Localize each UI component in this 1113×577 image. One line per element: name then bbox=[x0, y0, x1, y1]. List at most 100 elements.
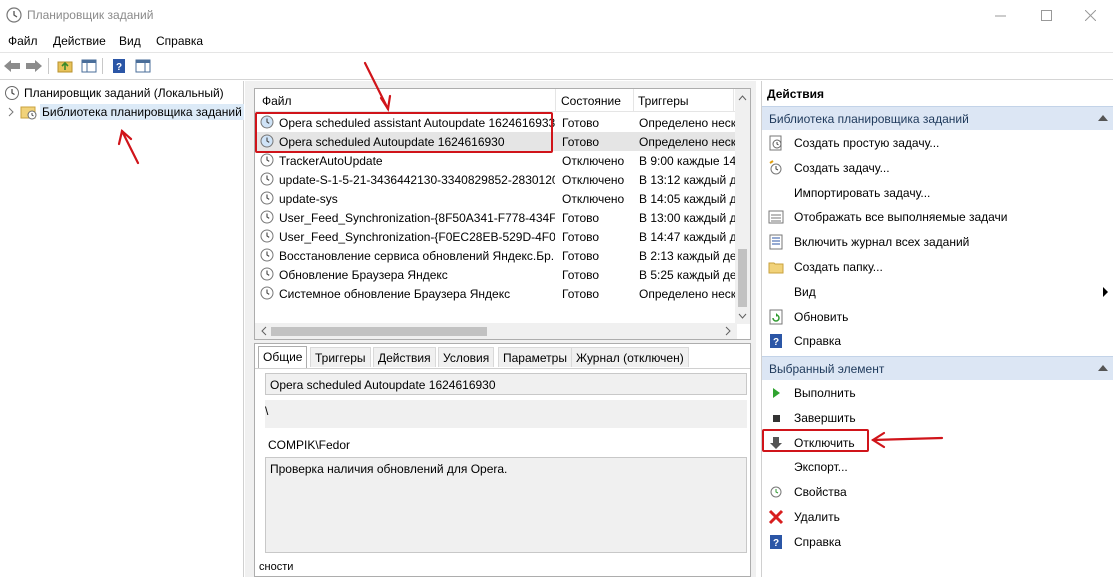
menu-view[interactable]: Вид bbox=[119, 34, 141, 48]
tab-history[interactable]: Журнал (отключен) bbox=[571, 347, 689, 367]
task-author-field: COMPIK\Fedor bbox=[268, 438, 351, 452]
show-hide-console-tree-button[interactable] bbox=[79, 56, 99, 76]
action-icon-wrap: ? bbox=[768, 534, 784, 550]
create-task-icon bbox=[769, 159, 782, 175]
cell-trigger: Определено неск bbox=[639, 135, 735, 149]
actions-section-selected[interactable]: Выбранный элемент bbox=[762, 356, 1113, 380]
action-log[interactable]: Включить журнал всех заданий bbox=[762, 230, 1113, 254]
security-section-label: сности bbox=[259, 561, 294, 573]
action-running-tasks[interactable]: Отображать все выполняемые задачи bbox=[762, 205, 1113, 229]
action-run[interactable]: Выполнить bbox=[762, 381, 1113, 405]
table-row[interactable]: update-S-1-5-21-3436442130-3340829852-28… bbox=[255, 170, 737, 189]
table-row[interactable]: Обновление Браузера Яндекс Готово В 5:25 к… bbox=[255, 265, 737, 284]
submenu-arrow-icon bbox=[1103, 286, 1108, 297]
tab-triggers[interactable]: Триггеры bbox=[310, 347, 371, 367]
column-header-triggers[interactable]: Триггеры bbox=[638, 94, 689, 108]
action-delete[interactable]: Удалить bbox=[762, 505, 1113, 529]
cell-state: Готово bbox=[562, 268, 600, 282]
menu-action[interactable]: Действие bbox=[53, 34, 106, 48]
folder-icon bbox=[768, 262, 784, 274]
action-label: Свойства bbox=[794, 485, 847, 500]
action-item-6[interactable]: Вид bbox=[762, 280, 1113, 304]
show-action-pane-button[interactable] bbox=[133, 56, 153, 76]
action-stop[interactable]: Завершить bbox=[762, 406, 1113, 430]
tree-item-root[interactable]: Планировщик заданий (Локальный) bbox=[4, 83, 224, 102]
log-icon bbox=[769, 234, 783, 250]
scroll-right-icon[interactable] bbox=[721, 323, 735, 339]
folder-up-icon bbox=[57, 61, 73, 73]
action-help[interactable]: ? Справка bbox=[762, 329, 1113, 353]
back-arrow-icon bbox=[4, 60, 20, 72]
properties-icon bbox=[770, 486, 782, 498]
menu-file[interactable]: Файл bbox=[8, 34, 38, 48]
close-button[interactable] bbox=[1067, 0, 1113, 30]
cell-trigger: В 2:13 каждый ден bbox=[639, 249, 735, 263]
collapse-icon[interactable] bbox=[1098, 365, 1108, 371]
back-button[interactable] bbox=[2, 56, 22, 76]
minimize-button[interactable] bbox=[977, 0, 1023, 30]
vertical-scrollbar[interactable] bbox=[735, 89, 750, 324]
cell-state: Готово bbox=[562, 211, 600, 225]
vertical-scroll-thumb[interactable] bbox=[738, 249, 747, 307]
collapse-icon[interactable] bbox=[1098, 115, 1108, 121]
column-header-file[interactable]: Файл bbox=[262, 94, 292, 108]
scroll-down-icon[interactable] bbox=[735, 309, 750, 323]
highlight-box-opera-tasks bbox=[255, 112, 553, 153]
cell-state: Готово bbox=[562, 287, 600, 301]
task-clock-icon bbox=[260, 229, 274, 243]
splitter[interactable] bbox=[245, 81, 252, 577]
action-icon-wrap bbox=[768, 209, 784, 225]
task-name-field[interactable]: Opera scheduled Autoupdate 1624616930 bbox=[265, 373, 747, 395]
horizontal-scroll-thumb[interactable] bbox=[271, 327, 487, 336]
action-pane-icon bbox=[135, 59, 151, 73]
scroll-up-icon[interactable] bbox=[735, 91, 750, 105]
tab-settings[interactable]: Параметры bbox=[498, 347, 572, 367]
action-refresh[interactable]: Обновить bbox=[762, 305, 1113, 329]
action-properties[interactable]: Свойства bbox=[762, 480, 1113, 504]
table-row[interactable]: TrackerAutoUpdate Отключено В 9:00 каждые … bbox=[255, 151, 737, 170]
maximize-icon bbox=[1040, 9, 1052, 21]
tab-general[interactable]: Общие bbox=[258, 346, 308, 368]
help-icon: ? bbox=[770, 334, 782, 349]
cell-state: Отключено bbox=[562, 154, 625, 168]
forward-button[interactable] bbox=[24, 56, 44, 76]
column-header-state[interactable]: Состояние bbox=[561, 94, 621, 108]
stop-icon bbox=[773, 414, 780, 422]
task-clock-icon bbox=[260, 172, 274, 186]
action-item-3[interactable]: Экспорт... bbox=[762, 455, 1113, 479]
cell-trigger: В 9:00 каждые 14 д bbox=[639, 154, 735, 168]
tree-item-label: Библиотека планировщика заданий bbox=[40, 103, 244, 120]
table-row[interactable]: User_Feed_Synchronization-{F0EC28EB-529D… bbox=[255, 227, 737, 246]
table-row[interactable]: Восстановление сервиса обновлений Яндекс… bbox=[255, 246, 737, 265]
table-row[interactable]: Системное обновление Браузера Яндекс Гото… bbox=[255, 284, 737, 303]
table-row[interactable]: update-sys Отключено В 14:05 каждый ден bbox=[255, 189, 737, 208]
cell-state: Готово bbox=[562, 116, 600, 130]
chevron-right-icon[interactable] bbox=[6, 107, 16, 117]
action-icon-wrap bbox=[768, 484, 784, 500]
task-description-field[interactable]: Проверка наличия обновлений для Opera. bbox=[265, 457, 747, 553]
up-folder-button[interactable] bbox=[55, 56, 75, 76]
menu-help[interactable]: Справка bbox=[156, 34, 203, 48]
running-tasks-icon bbox=[768, 210, 784, 224]
tree-item-library[interactable]: Библиотека планировщика заданий bbox=[6, 102, 244, 121]
action-create-task[interactable]: Создать задачу... bbox=[762, 156, 1113, 180]
delete-icon bbox=[768, 509, 784, 525]
help-toolbar-button[interactable]: ? bbox=[109, 56, 129, 76]
cell-trigger: В 13:00 каждый ден bbox=[639, 211, 735, 225]
help-icon: ? bbox=[770, 534, 782, 549]
action-icon-wrap bbox=[768, 309, 784, 325]
action-item-2[interactable]: Импортировать задачу... bbox=[762, 181, 1113, 205]
tab-conditions[interactable]: Условия bbox=[438, 347, 495, 367]
action-icon-wrap bbox=[768, 509, 784, 525]
action-simple-task[interactable]: Создать простую задачу... bbox=[762, 131, 1113, 155]
actions-section-library[interactable]: Библиотека планировщика заданий bbox=[762, 106, 1113, 130]
horizontal-scrollbar[interactable] bbox=[255, 323, 737, 339]
action-help[interactable]: ? Справка bbox=[762, 530, 1113, 554]
action-label: Создать простую задачу... bbox=[794, 136, 940, 150]
maximize-button[interactable] bbox=[1023, 0, 1069, 30]
scroll-left-icon[interactable] bbox=[257, 323, 271, 339]
cell-trigger: В 14:05 каждый ден bbox=[639, 192, 735, 206]
action-folder[interactable]: Создать папку... bbox=[762, 255, 1113, 279]
table-row[interactable]: User_Feed_Synchronization-{8F50A341-F778… bbox=[255, 208, 737, 227]
tab-actions[interactable]: Действия bbox=[373, 347, 436, 367]
